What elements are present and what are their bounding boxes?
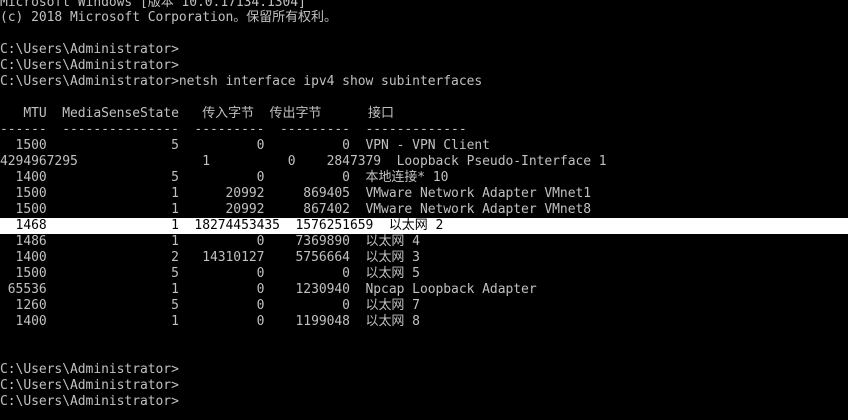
console-line: 1260 5 0 0 以太网 7 <box>0 298 420 313</box>
console-line: 1500 5 0 0 以太网 5 <box>0 266 420 281</box>
console-line: 1500 5 0 0 VPN - VPN Client <box>0 138 490 153</box>
console-line: 1486 1 0 7369890 以太网 4 <box>0 234 420 249</box>
console-line: C:\Users\Administrator> <box>0 362 179 377</box>
console-line: C:\Users\Administrator> <box>0 58 179 73</box>
console-line: C:\Users\Administrator>netsh interface i… <box>0 74 483 89</box>
console-line: C:\Users\Administrator> <box>0 42 179 57</box>
console-line: 65536 1 0 1230940 Npcap Loopback Adapter <box>0 282 537 297</box>
console-line: C:\Users\Administrator> <box>0 378 179 393</box>
console-window[interactable]: Microsoft Windows [版本 10.0.17134.1304] (c… <box>0 0 848 420</box>
console-line: 4294967295 1 0 2847379 Loopback Pseudo-I… <box>0 154 607 169</box>
console-line: 1500 1 20992 867402 VMware Network Adapt… <box>0 202 592 217</box>
console-line: C:\Users\Administrator> <box>0 394 179 409</box>
console-line-selected: 1468 1 18274453435 1576251659 以太网 2 <box>0 218 444 233</box>
console-line: 1400 2 14310127 5756664 以太网 3 <box>0 250 420 265</box>
console-line: MTU MediaSenseState 传入字节 传出字节 接口 <box>0 106 394 121</box>
console-line: 1500 1 20992 869405 VMware Network Adapt… <box>0 186 592 201</box>
console-line: 1400 5 0 0 本地连接* 10 <box>0 170 449 185</box>
console-line: ------ --------------- --------- -------… <box>0 122 467 137</box>
console-line: (c) 2018 Microsoft Corporation。保留所有权利。 <box>0 10 337 25</box>
console-line: 1400 1 0 1199048 以太网 8 <box>0 314 420 329</box>
